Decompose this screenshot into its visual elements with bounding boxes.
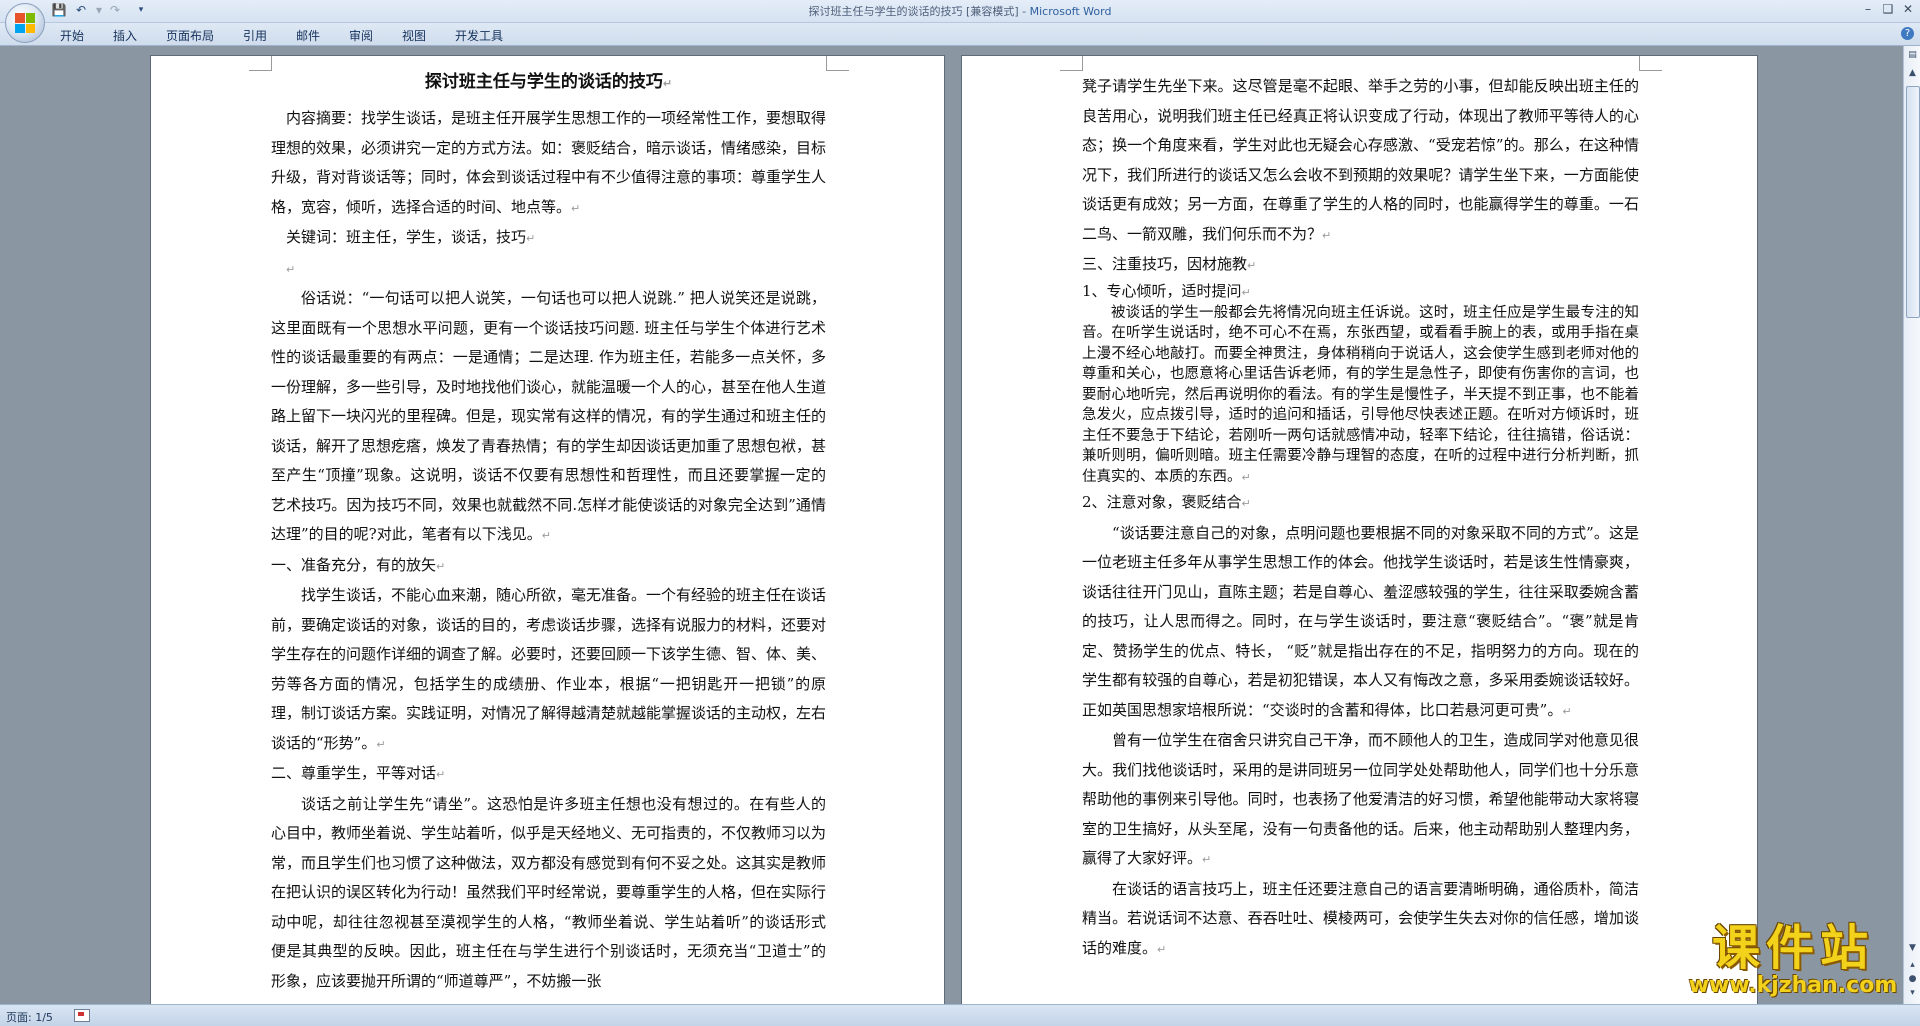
document-page-2[interactable]: 凳子请学生先坐下来。这尽管是毫不起眼、举手之劳的小事，但却能反映出班主任的良苦用… [962, 56, 1757, 1004]
page-1-body[interactable]: 探讨班主任与学生的谈话的技巧↵ 内容摘要：找学生谈话，是班主任开展学生思想工作的… [271, 60, 826, 996]
language-tips-paragraph: 在谈话的语言技巧上，班主任还要注意自己的语言要清晰明确，通俗质朴，简洁精当。若说… [1082, 879, 1639, 957]
example-paragraph: 曾有一位学生在宿舍只讲究自己干净，而不顾他人的卫生，造成同学对他意见很大。我们找… [1082, 731, 1639, 867]
proofing-icon[interactable] [74, 1009, 90, 1022]
crop-mark [826, 56, 849, 71]
section-1-paragraph: 找学生谈话，不能心血来潮，随心所欲，毫无准备。一个有经验的班主任在谈话前，要确定… [271, 586, 827, 752]
page-indicator[interactable]: 页面: 1/5 [6, 1009, 53, 1025]
crop-mark [1060, 56, 1083, 71]
section-2-paragraph: 谈话之前让学生先“请坐”。这恐怕是许多班主任想也没有想过的。在有些人的心目中，教… [271, 794, 827, 990]
subsection-1-paragraph: 被谈话的学生一般都会先将情况向班主任诉说。这时，班主任应是学生最专注的知音。在听… [1082, 304, 1639, 485]
help-icon[interactable]: ? [1901, 27, 1914, 40]
abstract-paragraph: 内容摘要：找学生谈话，是班主任开展学生思想工作的一项经常性工作，要想取得理想的效… [271, 109, 827, 216]
window-title: 探讨班主任与学生的谈话的技巧 [兼容模式] - Microsoft Word [0, 3, 1920, 19]
document-area[interactable]: 探讨班主任与学生的谈话的技巧↵ 内容摘要：找学生谈话，是班主任开展学生思想工作的… [0, 46, 1903, 1004]
tab-view[interactable]: 视图 [402, 27, 426, 44]
office-button[interactable] [5, 3, 45, 43]
restore-button[interactable]: ❑ [1878, 1, 1898, 17]
tab-developer[interactable]: 开发工具 [455, 27, 503, 44]
watermark-logo: 课件站 www.kjzhan.com [1668, 922, 1918, 1002]
continued-paragraph: 凳子请学生先坐下来。这尽管是毫不起眼、举手之劳的小事，但却能反映出班主任的良苦用… [1082, 77, 1639, 243]
office-logo-icon [15, 13, 35, 33]
section-heading-1: 一、准备充分，有的放矢↵ [271, 555, 446, 574]
status-bar: 页面: 1/5 [0, 1004, 1920, 1026]
tab-home[interactable]: 开始 [60, 27, 84, 44]
keywords-paragraph: 关键词：班主任，学生，谈话，技巧↵ [286, 228, 536, 246]
page-2-body[interactable]: 凳子请学生先坐下来。这尽管是毫不起眼、举手之劳的小事，但却能反映出班主任的良苦用… [1082, 72, 1639, 964]
tab-references[interactable]: 引用 [243, 27, 267, 44]
ribbon-tab-bar: 开始 插入 页面布局 引用 邮件 审阅 视图 开发工具 ? [0, 23, 1920, 46]
subsection-2-paragraph: “谈话要注意自己的对象，点明问题也要根据不同的对象采取不同的方式”。这是一位老班… [1082, 523, 1639, 719]
document-name: 探讨班主任与学生的谈话的技巧 [兼容模式] [808, 5, 1019, 18]
subsection-heading-2: 2、注意对象，褒贬结合↵ [1082, 493, 1251, 511]
minimize-button[interactable]: – [1858, 1, 1878, 17]
empty-paragraph: ↵ [286, 262, 296, 276]
close-button[interactable]: ✕ [1898, 1, 1918, 17]
subsection-heading-1: 1、专心倾听，适时提问↵ [1082, 281, 1251, 300]
crop-mark [1639, 56, 1662, 71]
title-bar: 💾 ↶ ▾ ↷ ▾ 探讨班主任与学生的谈话的技巧 [兼容模式] - Micros… [0, 0, 1920, 43]
tab-review[interactable]: 审阅 [349, 27, 373, 44]
document-page-1[interactable]: 探讨班主任与学生的谈话的技巧↵ 内容摘要：找学生谈话，是班主任开展学生思想工作的… [151, 56, 944, 1004]
ruler-toggle-icon[interactable]: ▤ [1905, 48, 1920, 63]
section-heading-3: 三、注重技巧，因材施教↵ [1082, 255, 1257, 273]
vertical-scrollbar[interactable]: ▤ ▲ ▼ ▴ ● ▾ [1903, 46, 1920, 1004]
title-separator: - [1018, 5, 1030, 18]
scroll-thumb[interactable] [1906, 86, 1920, 318]
section-heading-2: 二、尊重学生，平等对话↵ [271, 764, 446, 782]
tab-page-layout[interactable]: 页面布局 [166, 27, 214, 44]
app-name: Microsoft Word [1029, 5, 1112, 18]
tab-insert[interactable]: 插入 [113, 27, 137, 44]
crop-mark [249, 56, 272, 71]
watermark-text: 课件站 [1711, 920, 1874, 976]
intro-paragraph: 俗话说：“一句话可以把人说笑，一句话也可以把人说跳.” 把人说笑还是说跳，这里面… [271, 289, 827, 543]
watermark-url: www.kjzhan.com [1688, 973, 1898, 998]
scroll-up-icon[interactable]: ▲ [1905, 66, 1920, 81]
tab-mailings[interactable]: 邮件 [296, 27, 320, 44]
document-title: 探讨班主任与学生的谈话的技巧↵ [424, 72, 673, 92]
